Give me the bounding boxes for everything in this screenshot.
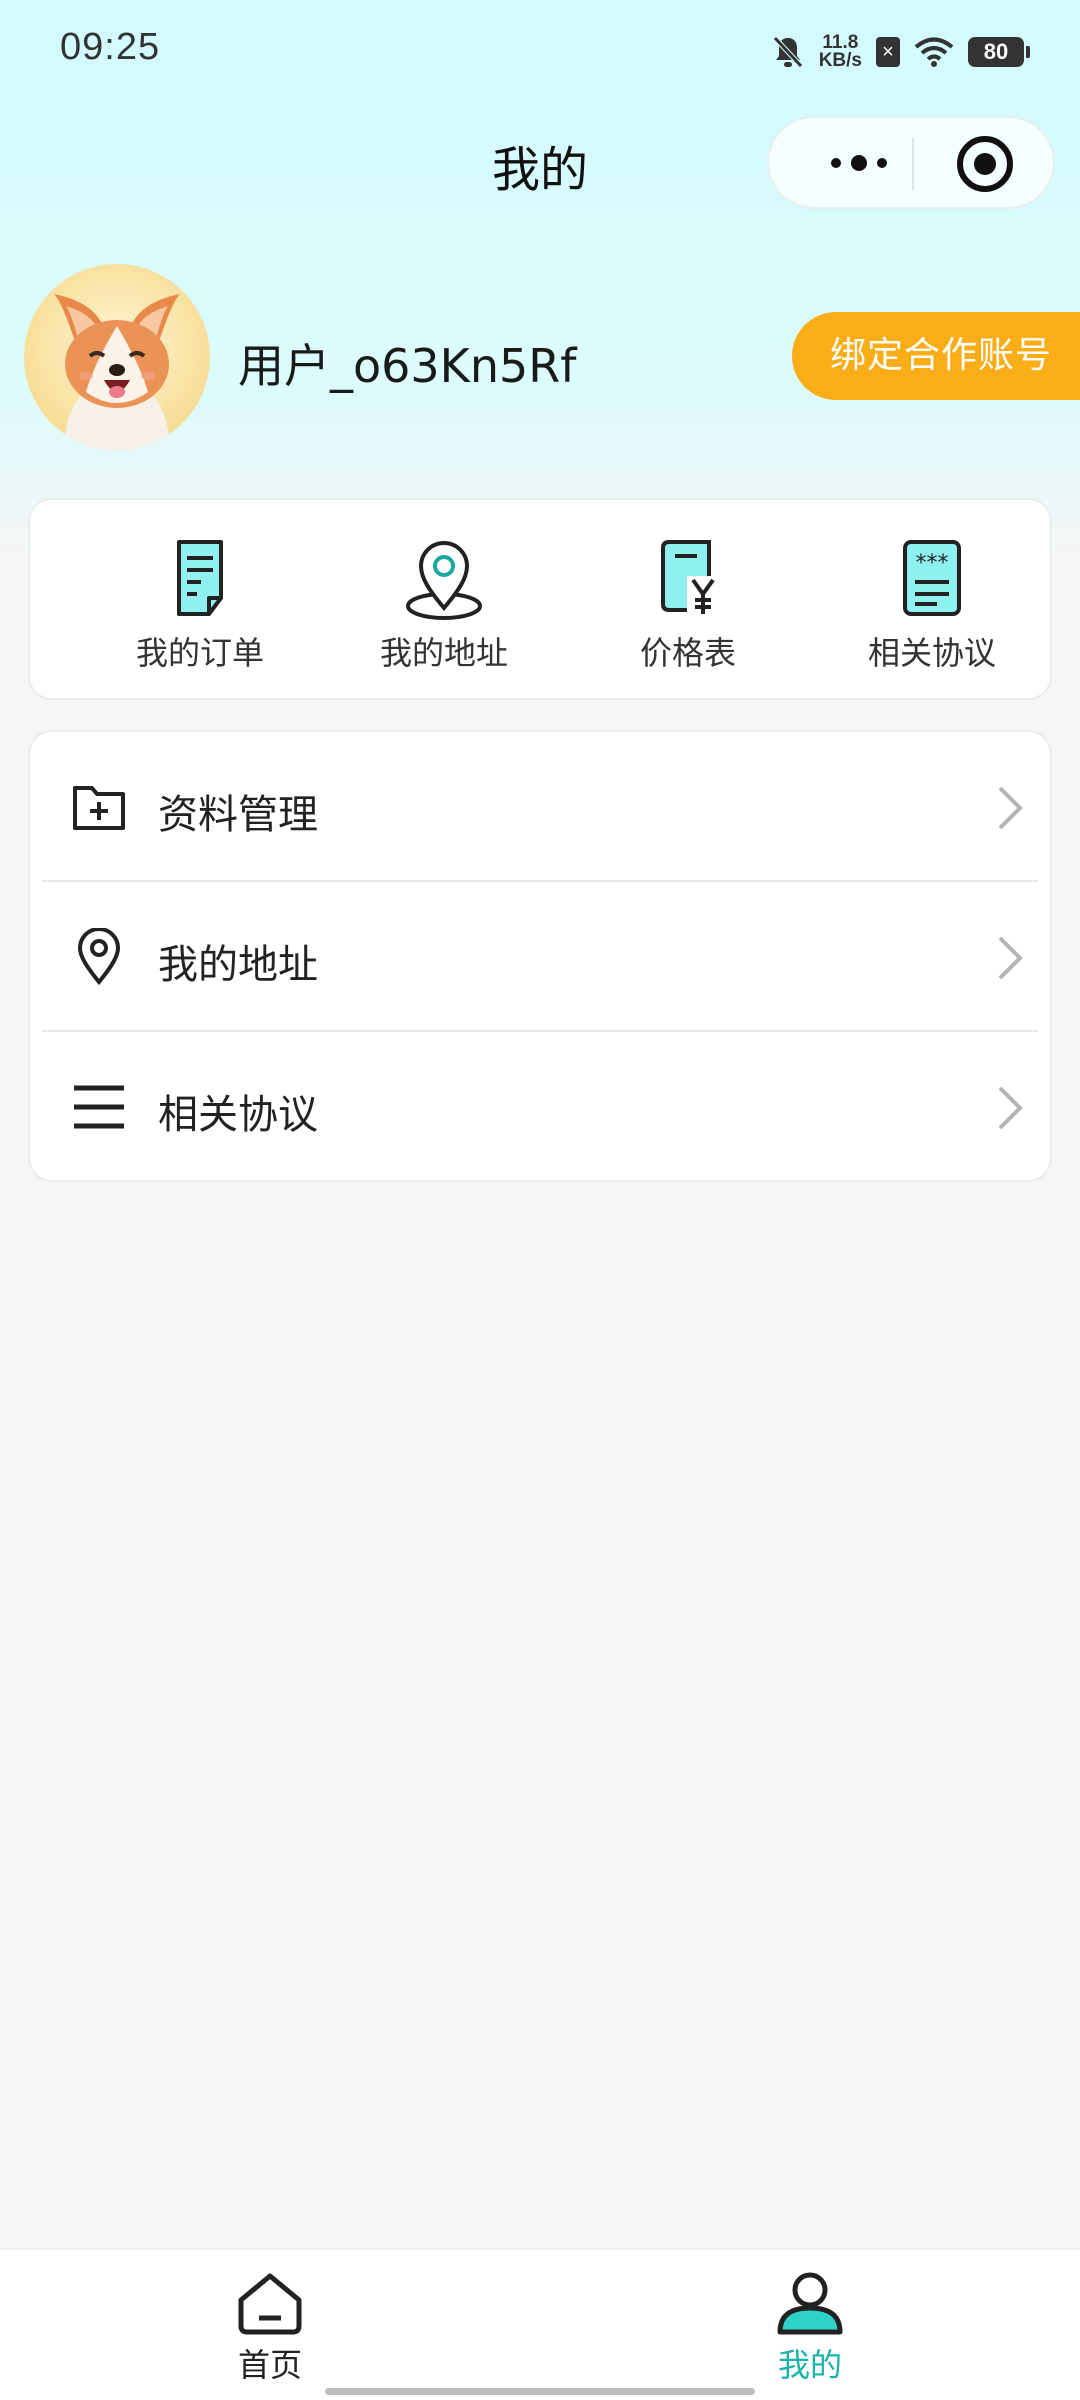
menu-item-my-address[interactable]: 我的地址 (30, 882, 1050, 1032)
bell-off-icon (772, 36, 803, 68)
quick-action-price-list[interactable]: 价格表 (578, 536, 798, 674)
bind-account-button[interactable]: 绑定合作账号 (792, 312, 1080, 400)
status-time: 09:25 (60, 26, 161, 68)
menu-item-profile-management[interactable]: 资料管理 (30, 732, 1050, 882)
location-icon (406, 541, 482, 620)
tab-bar: 首页 我的 (0, 2248, 1080, 2400)
quick-actions-card: 我的订单 我的地址 价格表 *** 相关协议 (28, 498, 1052, 700)
quick-action-my-orders[interactable]: 我的订单 (90, 536, 310, 674)
status-bar: 09:25 11.8 KB/s × 80 (0, 0, 1080, 100)
mini-program-capsule (767, 116, 1055, 209)
price-list-icon (661, 540, 719, 616)
close-target-icon[interactable] (957, 136, 1013, 192)
chevron-right-icon (998, 786, 1023, 830)
battery-icon: 80 (968, 37, 1030, 67)
status-icons: 11.8 KB/s × 80 (771, 28, 1030, 76)
menu-item-label: 相关协议 (158, 1092, 318, 1138)
net-speed-unit: KB/s (818, 50, 862, 71)
agreement-icon: *** (903, 540, 961, 616)
tab-home[interactable]: 首页 (170, 2268, 370, 2386)
location-pin-icon (77, 928, 121, 986)
more-icon[interactable] (809, 138, 909, 188)
user-icon (777, 2272, 843, 2335)
quick-action-my-address[interactable]: 我的地址 (334, 536, 554, 674)
username: 用户_o63Kn5Rf (238, 339, 577, 393)
chevron-right-icon (998, 936, 1023, 980)
quick-action-label: 我的订单 (135, 634, 264, 672)
svg-text:***: *** (916, 551, 949, 576)
corgi-avatar (54, 294, 180, 450)
avatar[interactable] (24, 264, 210, 450)
quick-action-label: 价格表 (639, 634, 736, 672)
chevron-right-icon (998, 1086, 1023, 1130)
menu-item-label: 资料管理 (158, 792, 318, 838)
tab-label: 我的 (777, 2346, 842, 2384)
capsule-divider (912, 138, 914, 190)
sim-off-icon: × (876, 37, 900, 67)
order-icon (177, 540, 223, 616)
quick-action-label: 相关协议 (867, 634, 996, 672)
wifi-icon (914, 37, 954, 67)
net-speed: 11.8 KB/s (818, 33, 862, 71)
menu-list-card: 资料管理 我的地址 相关协议 (28, 730, 1052, 1182)
folder-add-icon (73, 786, 125, 830)
tab-mine[interactable]: 我的 (710, 2268, 910, 2386)
menu-lines-icon (74, 1085, 124, 1129)
tab-label: 首页 (237, 2346, 302, 2384)
quick-action-agreements[interactable]: *** 相关协议 (822, 536, 1042, 674)
home-indicator (325, 2388, 755, 2395)
menu-item-label: 我的地址 (158, 942, 318, 988)
home-icon (238, 2273, 302, 2335)
quick-action-label: 我的地址 (379, 634, 508, 672)
menu-item-agreements[interactable]: 相关协议 (30, 1032, 1050, 1182)
